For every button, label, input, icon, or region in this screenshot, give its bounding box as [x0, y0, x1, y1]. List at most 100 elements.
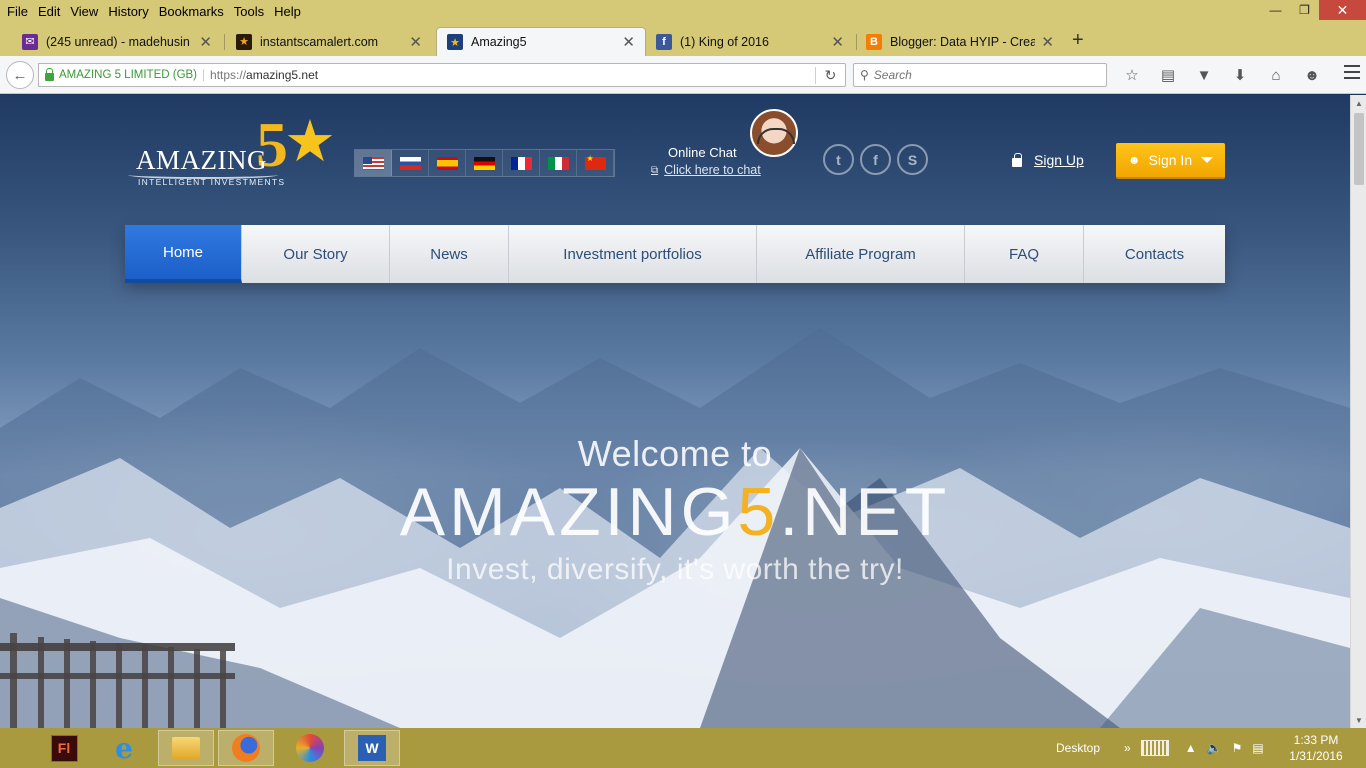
user-icon: ☻ [1127, 153, 1141, 167]
action-center-flag-icon[interactable]: ⚑ [1232, 741, 1243, 755]
nav-faq[interactable]: FAQ [965, 225, 1084, 283]
tab-close-icon[interactable]: ✕ [1041, 33, 1054, 51]
nav-our-story[interactable]: Our Story [242, 225, 390, 283]
language-selector [354, 149, 615, 177]
social-links: t f S [823, 144, 934, 175]
chevron-down-icon [1201, 157, 1214, 163]
close-window-icon[interactable]: ✕ [1319, 0, 1366, 20]
keyboard-icon[interactable] [1140, 740, 1169, 756]
tab-amazing5[interactable]: ★ Amazing5 ✕ [436, 27, 646, 56]
nav-affiliate-program[interactable]: Affiliate Program [757, 225, 965, 283]
taskbar-file-explorer[interactable] [158, 730, 214, 766]
download-icon[interactable]: ⬇ [1222, 62, 1258, 88]
taskbar-flash[interactable]: Fl [36, 730, 92, 766]
address-bar[interactable]: AMAZING 5 LIMITED (GB) https://amazing5.… [38, 63, 846, 87]
site-identity[interactable]: AMAZING 5 LIMITED (GB) [59, 69, 205, 81]
search-box[interactable]: ⚲ [853, 63, 1107, 87]
url-text[interactable]: https://amazing5.net [210, 68, 815, 82]
tab-strip: ✉ (245 unread) - madehusin ... ✕ ★ insta… [0, 24, 1366, 56]
nav-contacts[interactable]: Contacts [1084, 225, 1225, 283]
germany-flag-icon [473, 156, 495, 170]
restore-icon[interactable]: ❐ [1290, 0, 1319, 20]
tab-facebook[interactable]: f (1) King of 2016 ✕ [646, 27, 854, 56]
tab-close-icon[interactable]: ✕ [622, 33, 635, 51]
bookmark-star-icon[interactable]: ☆ [1114, 62, 1150, 88]
flash-icon: Fl [50, 734, 78, 762]
bookmarks-list-icon[interactable]: ▤ [1150, 62, 1186, 88]
tab-title: instantscamalert.com [260, 34, 379, 49]
flag-russian[interactable] [392, 150, 429, 176]
sign-up-link[interactable]: Sign Up [1012, 152, 1084, 168]
pocket-icon[interactable]: ▼ [1186, 62, 1222, 88]
scroll-down-icon[interactable]: ▼ [1351, 712, 1366, 728]
desktop-toolbar[interactable]: Desktop [1056, 741, 1100, 755]
twitter-icon[interactable]: t [823, 144, 854, 175]
chat-bubble-icon[interactable]: ☻ [1294, 62, 1330, 88]
navigation-toolbar: ← AMAZING 5 LIMITED (GB) https://amazing… [0, 56, 1366, 94]
menu-help[interactable]: Help [269, 4, 306, 19]
system-clock[interactable]: 1:33 PM 1/31/2016 [1286, 732, 1346, 764]
browser-toolbar-icons: ☆ ▤ ▼ ⬇ ⌂ ☻ [1114, 62, 1330, 88]
russia-flag-icon [399, 156, 421, 170]
chevron-up-icon[interactable]: ▲ [1185, 741, 1197, 755]
word-icon: W [358, 735, 386, 761]
new-tab-icon[interactable]: + [1072, 29, 1084, 52]
flag-chinese[interactable] [577, 150, 614, 176]
nav-home[interactable]: Home [125, 225, 242, 283]
tab-gmail[interactable]: ✉ (245 unread) - madehusin ... ✕ [12, 27, 222, 56]
taskbar-word[interactable]: W [344, 730, 400, 766]
menu-tools[interactable]: Tools [229, 4, 269, 19]
tab-close-icon[interactable]: ✕ [831, 33, 844, 51]
tab-title: (245 unread) - madehusin ... [46, 34, 194, 49]
menu-history[interactable]: History [103, 4, 153, 19]
taskbar-picasa[interactable] [282, 730, 338, 766]
menu-view[interactable]: View [65, 4, 103, 19]
chat-agent-avatar[interactable] [750, 109, 798, 157]
home-icon[interactable]: ⌂ [1258, 62, 1294, 88]
chevron-double-right-icon[interactable]: » [1124, 741, 1131, 755]
flag-french[interactable] [503, 150, 540, 176]
flag-spanish[interactable] [429, 150, 466, 176]
flag-italian[interactable] [540, 150, 577, 176]
minimize-icon[interactable]: — [1261, 0, 1290, 20]
scroll-up-icon[interactable]: ▲ [1351, 95, 1366, 111]
nav-investment-portfolios[interactable]: Investment portfolios [509, 225, 757, 283]
flag-german[interactable] [466, 150, 503, 176]
page-scrollbar[interactable]: ▲ ▼ [1350, 95, 1366, 728]
chat-link[interactable]: ⧉ Click here to chat [651, 163, 761, 177]
amazing5-logo[interactable]: ★ 5 AMAZING INTELLIGENT INVESTMENTS [128, 113, 348, 193]
tab-separator [224, 34, 225, 50]
tab-close-icon[interactable]: ✕ [199, 33, 212, 51]
search-input[interactable] [873, 68, 1084, 82]
tab-blogger[interactable]: B Blogger: Data HYIP - Creat... ✕ [856, 27, 1064, 56]
menu-file[interactable]: File [2, 4, 33, 19]
system-tray: Desktop » ▲ 🔈 ⚑ ▤ [1056, 728, 1274, 768]
star-icon: ★ [236, 33, 252, 50]
scrollbar-thumb[interactable] [1354, 113, 1364, 185]
network-icon[interactable]: ▤ [1252, 741, 1263, 755]
hero-brand-suffix: .NET [779, 474, 951, 550]
facebook-icon: f [656, 33, 672, 50]
back-arrow-icon[interactable]: ← [6, 61, 34, 89]
web-page: ★ 5 AMAZING INTELLIGENT INVESTMENTS Onli… [0, 95, 1350, 728]
menu-edit[interactable]: Edit [33, 4, 65, 19]
nav-news[interactable]: News [390, 225, 509, 283]
taskbar-firefox[interactable] [218, 730, 274, 766]
facebook-icon[interactable]: f [860, 144, 891, 175]
blogger-icon: B [866, 33, 882, 50]
flag-english[interactable] [355, 150, 392, 176]
sign-in-button[interactable]: ☻ Sign In [1116, 143, 1225, 179]
tab-title: Amazing5 [471, 35, 527, 49]
menu-bookmarks[interactable]: Bookmarks [154, 4, 229, 19]
reload-icon[interactable]: ↻ [815, 66, 845, 84]
external-link-icon: ⧉ [651, 164, 659, 176]
menu-bar: File Edit View History Bookmarks Tools H… [0, 0, 306, 22]
tab-close-icon[interactable]: ✕ [409, 33, 422, 51]
italy-flag-icon [547, 156, 569, 170]
url-scheme: https:// [210, 68, 247, 82]
skype-icon[interactable]: S [897, 144, 928, 175]
hamburger-menu-icon[interactable] [1344, 65, 1360, 79]
taskbar-internet-explorer[interactable]: e [96, 730, 152, 766]
speaker-icon[interactable]: 🔈 [1207, 741, 1222, 755]
tab-instantscamalert[interactable]: ★ instantscamalert.com ✕ [226, 27, 432, 56]
